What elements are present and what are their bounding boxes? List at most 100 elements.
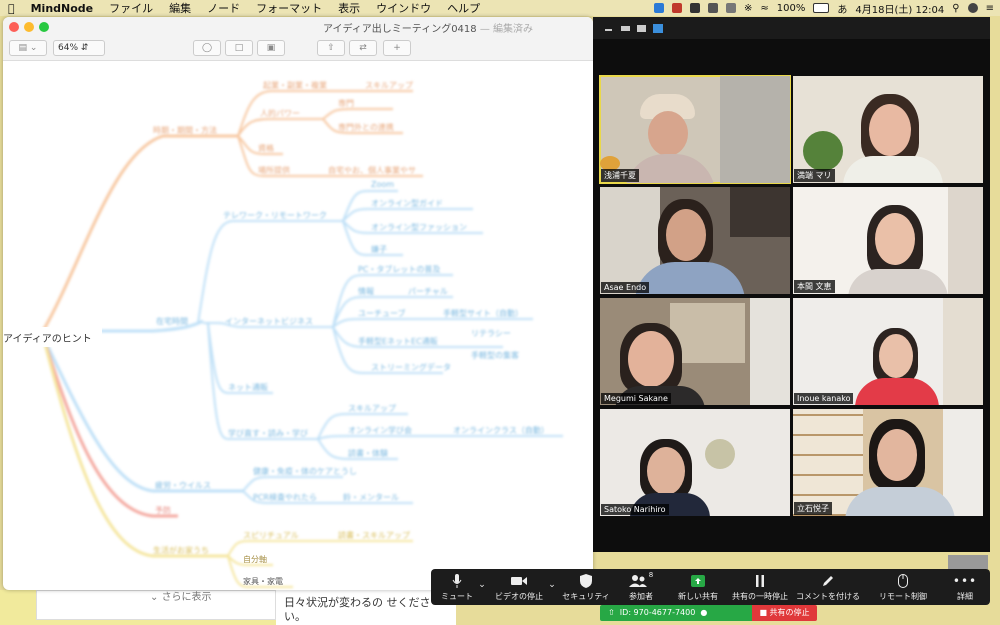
close-window-icon[interactable]: [9, 22, 19, 32]
menu-help[interactable]: ヘルプ: [439, 0, 488, 16]
mindmap-node[interactable]: 予防: [155, 505, 171, 516]
mindmap-node[interactable]: Zoom: [371, 180, 394, 189]
mindmap-node[interactable]: 読書・スキルアップ: [338, 530, 410, 541]
mindmap-node[interactable]: スキルアップ: [365, 80, 413, 91]
mindmap-node[interactable]: 家具・家電: [243, 576, 283, 587]
tray-app-icon[interactable]: [726, 3, 737, 13]
mindmap-node[interactable]: 読書・体験: [348, 448, 388, 459]
menu-edit[interactable]: 編集: [161, 0, 199, 16]
annotate-button[interactable]: コメントを付ける: [793, 569, 863, 605]
tray-app-icon[interactable]: [690, 3, 701, 13]
mindmap-node[interactable]: オンライン学び会: [348, 425, 412, 436]
new-share-button[interactable]: 新しい共有: [671, 569, 725, 605]
add-button[interactable]: +: [383, 40, 411, 56]
focus-button[interactable]: ◯: [193, 40, 221, 56]
mindmap-node[interactable]: 自宅やお、個人事業やサ: [328, 165, 416, 176]
mindmap-node[interactable]: 起業・副業・複業: [263, 80, 327, 91]
participant-tile[interactable]: 立石悦子: [793, 409, 983, 516]
mindmap-node[interactable]: PCR検査やれたら: [253, 492, 317, 503]
participant-tile[interactable]: Inoue kanako: [793, 298, 983, 405]
mindmap-node[interactable]: 嫌子: [371, 244, 387, 255]
mindmap-node[interactable]: 学び直す・読み・学び: [228, 428, 308, 439]
tray-app-icon[interactable]: [672, 3, 683, 13]
remote-control-button[interactable]: リモート制御: [873, 569, 933, 605]
mindmap-node[interactable]: 鈴・メンタール: [343, 492, 399, 503]
audio-options-button[interactable]: ⌄: [475, 569, 489, 605]
wifi-icon[interactable]: ≈: [760, 3, 768, 14]
mindmap-node[interactable]: PC・タブレットの普及: [358, 264, 440, 275]
mindmap-node[interactable]: 専門: [338, 98, 354, 109]
pause-share-button[interactable]: 共有の一時停止: [729, 569, 791, 605]
menu-window[interactable]: ウインドウ: [368, 0, 439, 16]
zoom-level-select[interactable]: 64% ⇵: [53, 40, 105, 56]
mindmap-node[interactable]: パーチャル: [408, 286, 448, 297]
mindmap-node[interactable]: ネット通販: [228, 382, 268, 393]
participant-tile[interactable]: Satoko Narihiro: [600, 409, 790, 516]
user-avatar-icon[interactable]: [967, 3, 978, 13]
mindmap-node[interactable]: オンライン型ガイド: [371, 198, 443, 209]
menu-file[interactable]: ファイル: [101, 0, 161, 16]
participant-tile[interactable]: 本間 文恵: [793, 187, 983, 294]
mindmap-node[interactable]: 生活がお家うち: [153, 545, 209, 556]
input-mode[interactable]: あ: [837, 1, 847, 16]
stop-video-button[interactable]: ビデオの停止: [489, 569, 549, 605]
battery-icon[interactable]: [813, 3, 830, 13]
mindmap-node[interactable]: 資格: [258, 143, 274, 154]
menu-view[interactable]: 表示: [330, 0, 368, 16]
mindmap-node[interactable]: 手軽型の集客: [471, 350, 519, 361]
mindmap-node[interactable]: スキルアップ: [348, 403, 396, 414]
apple-menu-icon[interactable]: : [0, 2, 23, 15]
mindmap-node[interactable]: リテラシー: [471, 328, 511, 339]
meeting-id[interactable]: ⇧ ID: 970-4677-7400 ●: [600, 605, 752, 621]
speaker-view-icon[interactable]: [621, 26, 630, 31]
sidebar-toggle-button[interactable]: ▤ ⌄: [9, 40, 47, 56]
root-node[interactable]: アイディアのヒント: [3, 327, 102, 347]
mindmap-node[interactable]: オンライン型ファッション: [371, 222, 467, 233]
tray-app-icon[interactable]: [708, 3, 719, 13]
mindmap-node[interactable]: 自分軸: [243, 554, 267, 565]
minimize-window-icon[interactable]: [24, 22, 34, 32]
mindmap-node[interactable]: 在宅時間: [156, 316, 188, 327]
mindmap-node[interactable]: インターネットビジネス: [225, 316, 313, 327]
mindmap-node[interactable]: 疲労・ウイルス: [155, 480, 211, 491]
mindmap-node[interactable]: 健康・免疫・体のケアとうし: [253, 466, 357, 477]
mindmap-node[interactable]: 手軽型EネットEC通販: [358, 336, 438, 347]
gallery-view-icon[interactable]: [653, 24, 663, 33]
mindmap-node[interactable]: ストリーミングデータ: [371, 362, 451, 373]
mute-button[interactable]: ミュート: [433, 569, 481, 605]
mindmap-node[interactable]: 場所提供: [258, 165, 290, 176]
participants-button[interactable]: 8 参加者: [617, 569, 665, 605]
security-button[interactable]: セキュリティ: [559, 569, 613, 605]
mindmap-node[interactable]: スピリチュアル: [243, 530, 299, 541]
participant-tile[interactable]: Megumi Sakane: [600, 298, 790, 405]
image-button[interactable]: ▣: [257, 40, 285, 56]
menu-node[interactable]: ノード: [199, 0, 248, 16]
menu-clock[interactable]: 4月18日(土) 12:04: [855, 1, 944, 16]
menu-app-name[interactable]: MindNode: [23, 2, 102, 15]
show-more-link[interactable]: ⌄ さらに表示: [150, 588, 212, 603]
mindmap-node[interactable]: 人的パワー: [260, 108, 300, 119]
stop-share-button[interactable]: ■ 共有の停止: [752, 605, 817, 621]
add-child-button[interactable]: ⇧: [317, 40, 345, 56]
mindmap-node[interactable]: テレワーク・リモートワーク: [223, 210, 327, 221]
bluetooth-icon[interactable]: ※: [744, 3, 752, 14]
menu-format[interactable]: フォーマット: [248, 0, 330, 16]
strip-view-icon[interactable]: [637, 25, 646, 32]
mindmap-node[interactable]: 時期・期間・方法: [153, 125, 217, 136]
participant-tile[interactable]: Asae Endo: [600, 187, 790, 294]
participant-tile[interactable]: 浅浦千夏: [599, 75, 791, 184]
minimize-icon[interactable]: [605, 29, 612, 31]
mindmap-node[interactable]: ユーチューブ: [358, 308, 406, 319]
mindmap-canvas[interactable]: 時期・期間・方法 起業・副業・複業 スキルアップ 人的パワー 専門 専門外との連…: [3, 61, 593, 590]
search-icon[interactable]: ⚲: [952, 3, 959, 14]
zoom-window-icon[interactable]: [39, 22, 49, 32]
mindmap-node[interactable]: オンラインクラス（自動）: [453, 425, 549, 436]
mindmap-node[interactable]: 情報: [358, 286, 374, 297]
mindmap-node[interactable]: 専門外との連携: [338, 122, 394, 133]
control-center-icon[interactable]: ≡: [986, 3, 994, 14]
more-button[interactable]: ••• 詳細: [946, 569, 984, 605]
video-options-button[interactable]: ⌄: [545, 569, 559, 605]
tray-app-icon[interactable]: [654, 3, 665, 13]
connect-button[interactable]: ⇄: [349, 40, 377, 56]
participant-tile[interactable]: 満端 マリ: [793, 76, 983, 183]
